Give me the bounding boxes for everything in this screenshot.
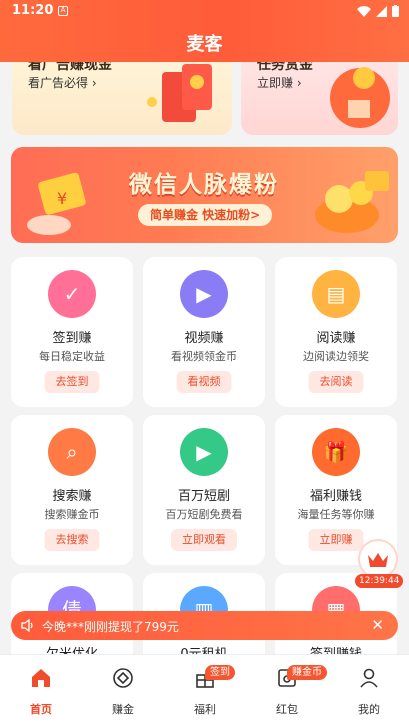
tab-mine[interactable]: 我的	[328, 655, 409, 727]
notice-text: 今晚***刚刚提现了799元	[42, 620, 179, 634]
task-icon: ▶	[180, 270, 228, 318]
speaker-icon	[21, 619, 33, 632]
page-title: 麦客	[186, 34, 223, 55]
task-action-button[interactable]: 看视频	[176, 371, 232, 393]
task-action-button[interactable]: 去阅读	[308, 371, 364, 393]
coins-icon	[315, 171, 389, 233]
user-icon	[360, 668, 378, 688]
task-name: 福利赚钱	[309, 489, 362, 504]
task-action-button[interactable]: 立即观看	[171, 529, 237, 551]
tab-home[interactable]: 首页	[0, 655, 82, 727]
tab-earn[interactable]: 赚金	[82, 655, 164, 727]
red-envelope-icon	[147, 64, 212, 122]
withdraw-notice-bar: 今晚***刚刚提现了799元 ✕	[11, 611, 398, 640]
signal-icon	[376, 5, 387, 17]
tab-label: 首页	[30, 703, 52, 716]
tab-label: 赚金	[112, 703, 134, 716]
app-header: 11:20 A 麦客	[0, 0, 409, 62]
phone-hand-icon: ¥	[27, 172, 86, 235]
tab-label: 福利	[194, 703, 216, 716]
tab-red-packet[interactable]: 赚金币 红包	[246, 655, 328, 727]
task-icon: ▤	[312, 270, 360, 318]
status-bar: 11:20 A	[0, 0, 409, 24]
tab-label: 红包	[276, 703, 298, 716]
task-desc: 看视频领金币	[171, 350, 237, 363]
promo-card-title: 看广告赚现金	[28, 62, 112, 73]
task-card[interactable]: ✓ 签到赚每日稳定收益去签到	[11, 257, 133, 407]
close-icon[interactable]: ✕	[371, 618, 384, 633]
target-icon	[113, 668, 133, 688]
svg-text:¥: ¥	[57, 189, 67, 208]
task-desc: 搜索赚金币	[44, 508, 100, 521]
wechat-fans-banner[interactable]: ¥ 微信人脉爆粉 简单赚金 快速加粉>	[11, 147, 398, 243]
task-desc: 百万短剧免费看	[165, 508, 243, 521]
promo-card-link: 立即赚 ›	[257, 76, 302, 90]
promo-card-bounty[interactable]: 任务赏金 立即赚 ›	[241, 62, 398, 135]
tab-badge: 赚金币	[287, 665, 327, 680]
task-card[interactable]: ▶ 百万短剧百万短剧免费看立即观看	[143, 415, 265, 565]
banner-cta: 简单赚金 快速加粉>	[138, 204, 273, 226]
tab-badge: 签到	[205, 665, 235, 680]
task-card[interactable]: ⌕ 搜索赚搜索赚金币去搜索	[11, 415, 133, 565]
task-icon: 🎁	[312, 428, 360, 476]
promo-card-ads[interactable]: 看广告赚现金 看广告必得 ›	[12, 62, 232, 135]
task-action-button[interactable]: 立即赚	[308, 529, 364, 551]
task-action-button[interactable]: 去搜索	[44, 529, 100, 551]
task-desc: 边阅读边领奖	[303, 350, 369, 363]
task-name: 阅读赚	[316, 331, 356, 346]
home-icon	[32, 669, 50, 687]
task-icon: ▶	[180, 428, 228, 476]
status-time: 11:20	[12, 3, 54, 18]
task-card[interactable]: ▤ 阅读赚边阅读边领奖去阅读	[275, 257, 397, 407]
task-icon: ⌕	[48, 428, 96, 476]
task-desc: 每日稳定收益	[39, 350, 105, 363]
task-name: 搜索赚	[52, 489, 92, 504]
banner-title: 微信人脉爆粉	[129, 172, 279, 198]
thumbs-up-icon	[330, 67, 390, 128]
task-name: 视频赚	[184, 331, 224, 346]
task-action-button[interactable]: 去签到	[44, 371, 100, 393]
battery-icon	[392, 5, 399, 17]
wifi-icon	[357, 5, 371, 17]
tab-welfare[interactable]: 签到 福利	[164, 655, 246, 727]
notification-icon: A	[58, 6, 68, 16]
bottom-tab-bar: 首页 赚金 签到 福利 赚金币 红包 我的	[0, 654, 409, 727]
tab-label: 我的	[358, 703, 380, 716]
task-name: 百万短剧	[177, 489, 230, 504]
promo-card-title: 任务赏金	[257, 62, 313, 73]
crown-basket-icon	[368, 553, 388, 567]
task-card[interactable]: ▶ 视频赚看视频领金币看视频	[143, 257, 265, 407]
countdown-timer: 12:39:44	[355, 574, 404, 588]
task-desc: 海量任务等你赚	[297, 508, 375, 521]
floating-reward-button[interactable]	[358, 539, 398, 579]
promo-card-link: 看广告必得 ›	[28, 76, 97, 90]
task-icon: ✓	[48, 270, 96, 318]
task-name: 签到赚	[52, 331, 92, 346]
